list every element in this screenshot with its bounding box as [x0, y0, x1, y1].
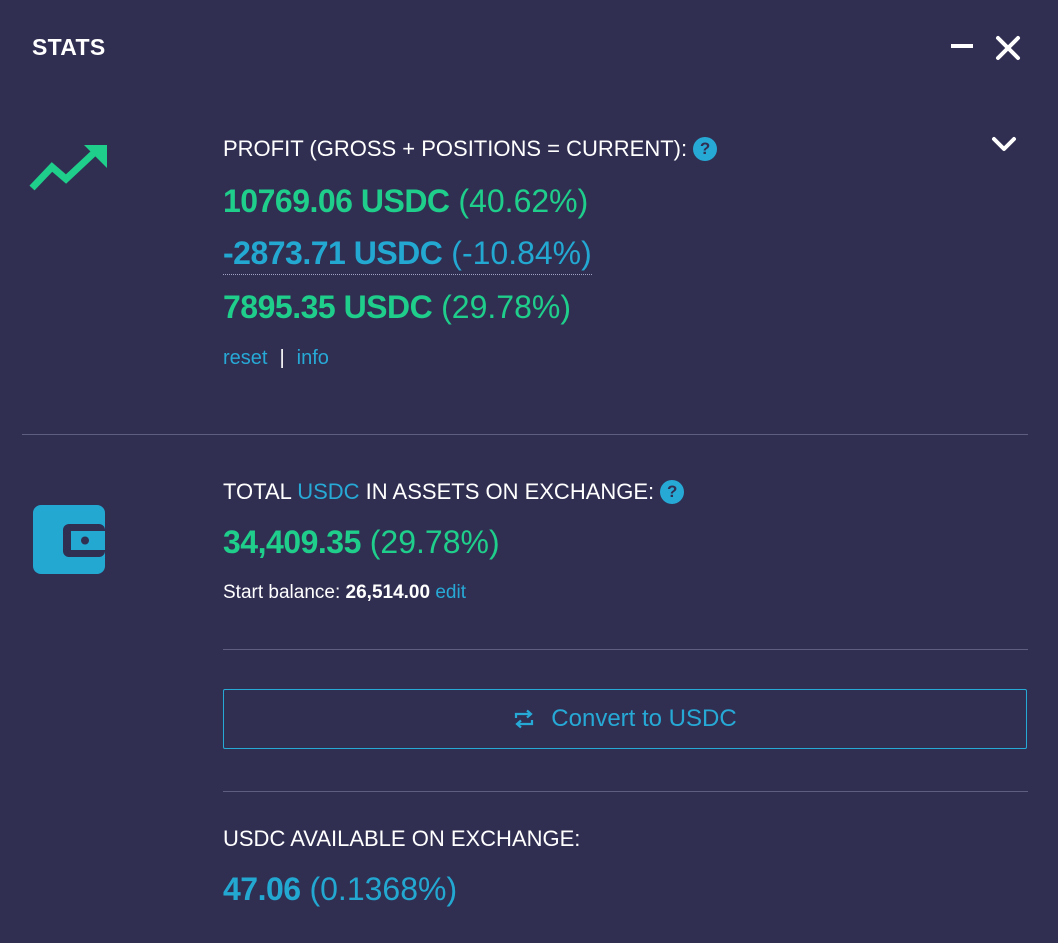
available-percent: (0.1368%): [309, 871, 458, 907]
profit-label-text: PROFIT (GROSS + POSITIONS = CURRENT):: [223, 136, 688, 161]
start-balance-value: 26,514.00: [345, 582, 431, 603]
assets-label-suffix: IN ASSETS ON EXCHANGE:: [365, 479, 655, 504]
gross-profit: 10769.06 USDC (40.62%): [223, 183, 588, 220]
profit-links: reset | info: [223, 347, 329, 370]
assets-label-prefix: TOTAL: [223, 479, 292, 504]
current-profit-percent: (29.78%): [441, 289, 571, 325]
help-icon[interactable]: ?: [693, 137, 718, 161]
positions-profit-amount: -2873.71 USDC: [223, 235, 443, 271]
help-icon[interactable]: ?: [660, 480, 685, 504]
positions-profit[interactable]: -2873.71 USDC (-10.84%): [223, 235, 592, 275]
convert-button-label: Convert to USDC: [551, 705, 737, 732]
profit-label: PROFIT (GROSS + POSITIONS = CURRENT):?: [223, 136, 718, 162]
current-profit: 7895.35 USDC (29.78%): [223, 289, 571, 326]
gross-profit-percent: (40.62%): [458, 183, 589, 219]
reset-link[interactable]: reset: [223, 347, 267, 369]
total-assets-percent: (29.78%): [369, 524, 500, 560]
swap-icon: [515, 709, 534, 729]
info-link[interactable]: info: [297, 347, 329, 369]
minimize-icon[interactable]: [951, 44, 973, 48]
section-divider: [223, 791, 1028, 792]
available-amount: 47.06: [223, 871, 301, 907]
section-divider: [223, 649, 1028, 650]
total-assets: 34,409.35 (29.78%): [223, 524, 500, 561]
assets-label-currency: USDC: [297, 479, 360, 504]
trend-up-icon: [28, 143, 110, 193]
current-profit-amount: 7895.35 USDC: [223, 289, 433, 325]
close-icon[interactable]: [994, 34, 1022, 62]
section-divider: [22, 434, 1028, 435]
wallet-icon: [33, 505, 105, 574]
start-balance: Start balance: 26,514.00 edit: [223, 582, 466, 604]
chevron-down-icon[interactable]: [990, 134, 1018, 156]
convert-button[interactable]: Convert to USDC: [223, 689, 1027, 749]
positions-profit-percent: (-10.84%): [451, 235, 592, 271]
gross-profit-amount: 10769.06 USDC: [223, 183, 450, 219]
assets-label: TOTAL USDC IN ASSETS ON EXCHANGE:?: [223, 479, 685, 505]
start-balance-label: Start balance:: [223, 582, 341, 603]
total-assets-amount: 34,409.35: [223, 524, 361, 560]
available-label: USDC AVAILABLE ON EXCHANGE:: [223, 826, 581, 851]
available-balance: 47.06 (0.1368%): [223, 871, 457, 908]
panel-title: STATS: [32, 34, 106, 60]
link-separator: |: [279, 347, 285, 369]
edit-link[interactable]: edit: [435, 582, 466, 603]
